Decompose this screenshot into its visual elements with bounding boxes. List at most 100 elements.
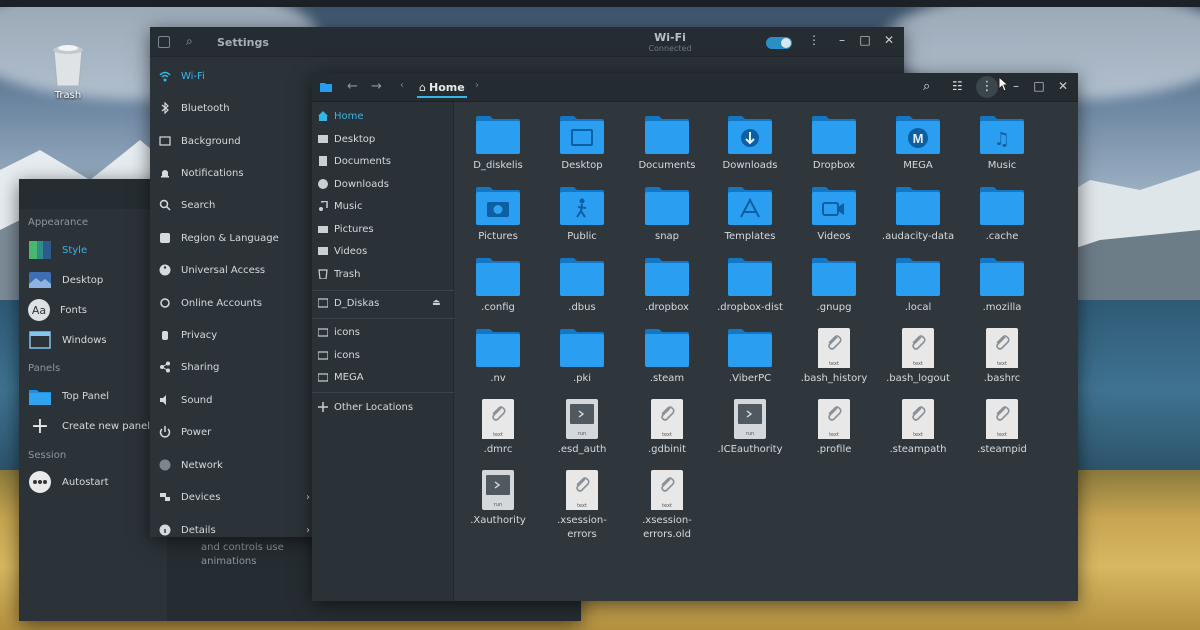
file-item[interactable]: text .xsession-errors [540, 470, 624, 542]
desktop-trash[interactable]: Trash [40, 42, 96, 101]
place-pictures[interactable]: Pictures [312, 218, 454, 240]
file-item[interactable]: .ViberPC [708, 328, 792, 386]
file-item[interactable]: text .bash_logout [876, 328, 960, 386]
place-videos[interactable]: Videos [312, 240, 454, 262]
settings-item-universal-access[interactable]: Universal Access [150, 254, 330, 286]
place-trash[interactable]: Trash [312, 263, 454, 285]
file-item[interactable]: Downloads [708, 115, 792, 173]
bookmark-mega[interactable]: MEGA [312, 366, 454, 388]
list-view-icon[interactable]: ☷ [952, 79, 963, 93]
file-item[interactable]: M MEGA [876, 115, 960, 173]
settings-item-privacy[interactable]: Privacy [150, 319, 330, 351]
file-item[interactable]: .cache [960, 186, 1044, 244]
tweaks-item-fonts[interactable]: Aa Fonts [28, 296, 164, 324]
tweaks-item-autostart[interactable]: Autostart [28, 468, 164, 496]
file-item[interactable]: Desktop [540, 115, 624, 173]
search-icon[interactable]: ⌕ [186, 34, 193, 49]
minimize-icon[interactable]: – [1008, 79, 1024, 93]
settings-item-wi-fi[interactable]: Wi-Fi [150, 60, 330, 92]
file-item[interactable]: .dropbox [625, 257, 709, 315]
close-icon[interactable]: ✕ [881, 33, 897, 47]
place-desktop[interactable]: Desktop [312, 128, 454, 150]
settings-item-bluetooth[interactable]: Bluetooth [150, 92, 330, 124]
settings-item-online-accounts[interactable]: Online Accounts [150, 287, 330, 319]
settings-item-details[interactable]: Details › [150, 514, 330, 546]
file-item[interactable]: .local [876, 257, 960, 315]
settings-item-network[interactable]: Network [150, 449, 330, 481]
maximize-icon[interactable]: □ [1031, 79, 1047, 93]
bookmark-icons[interactable]: icons [312, 344, 454, 366]
file-item[interactable]: text .xsession-errors.old [625, 470, 709, 542]
place-documents[interactable]: Documents [312, 150, 454, 172]
folder-icon [540, 115, 624, 155]
file-item[interactable]: Public [540, 186, 624, 244]
eject-icon[interactable]: ⏏ [432, 298, 441, 308]
maximize-icon[interactable]: □ [857, 33, 873, 47]
place-downloads[interactable]: Downloads [312, 173, 454, 195]
file-item[interactable]: Templates [708, 186, 792, 244]
settings-item-label: Search [181, 199, 216, 211]
forward-icon[interactable]: → [371, 79, 382, 94]
settings-item-background[interactable]: Background [150, 125, 330, 157]
file-item[interactable]: Videos [792, 186, 876, 244]
file-item[interactable]: .audacity-data [876, 186, 960, 244]
tweaks-sidebar: Appearance Style Desktop Aa Fonts Window… [19, 209, 167, 621]
file-item[interactable]: run .Xauthority [456, 470, 540, 528]
minimize-icon[interactable]: – [834, 33, 850, 47]
file-item[interactable]: text .steampid [960, 399, 1044, 457]
settings-item-region-language[interactable]: Region & Language [150, 222, 330, 254]
tweaks-item-top-panel[interactable]: Top Panel [28, 382, 164, 410]
menu-icon[interactable]: ⋮ [976, 76, 998, 98]
path-home-button[interactable]: ⌂ Home [417, 78, 467, 98]
file-item[interactable]: .gnupg [792, 257, 876, 315]
file-item[interactable]: Documents [625, 115, 709, 173]
trash-label: Trash [54, 90, 82, 101]
file-item[interactable]: text .gdbinit [625, 399, 709, 457]
file-item[interactable]: text .dmrc [456, 399, 540, 457]
path-right-icon[interactable]: › [475, 80, 479, 91]
file-item[interactable]: .mozilla [960, 257, 1044, 315]
chevron-right-icon: › [306, 524, 310, 536]
path-left-icon[interactable]: ‹ [400, 80, 404, 91]
place-label: Other Locations [334, 401, 414, 413]
place-home[interactable]: Home [312, 105, 454, 127]
file-item[interactable]: .nv [456, 328, 540, 386]
settings-item-search[interactable]: Search [150, 189, 330, 221]
file-item[interactable]: run .esd_auth [540, 399, 624, 457]
desk-icon [318, 134, 328, 144]
file-item[interactable]: D_diskelis [456, 115, 540, 173]
wifi-toggle[interactable] [766, 37, 792, 49]
file-item[interactable]: .pki [540, 328, 624, 386]
tweaks-item-style[interactable]: Style [28, 236, 164, 264]
file-item[interactable]: .dropbox-dist [708, 257, 792, 315]
menu-icon[interactable]: ⋮ [806, 33, 822, 47]
bookmark-icons[interactable]: icons [312, 321, 454, 343]
file-item[interactable]: text .bash_history [792, 328, 876, 386]
folder-icon [792, 186, 876, 226]
settings-item-power[interactable]: Power [150, 416, 330, 448]
file-item[interactable]: Pictures [456, 186, 540, 244]
file-item[interactable]: snap [625, 186, 709, 244]
file-item[interactable]: ♫ Music [960, 115, 1044, 173]
place-drive[interactable]: D_Diskas ⏏ [312, 292, 454, 314]
back-icon[interactable]: ← [347, 79, 358, 94]
file-item[interactable]: text .bashrc [960, 328, 1044, 386]
file-item[interactable]: run .ICEauthority [708, 399, 792, 457]
file-item[interactable]: Dropbox [792, 115, 876, 173]
search-icon[interactable]: ⌕ [923, 79, 930, 94]
place-music[interactable]: Music [312, 195, 454, 217]
file-item[interactable]: text .steampath [876, 399, 960, 457]
file-item[interactable]: text .profile [792, 399, 876, 457]
file-item[interactable]: .steam [625, 328, 709, 386]
file-item[interactable]: .dbus [540, 257, 624, 315]
settings-item-notifications[interactable]: Notifications [150, 157, 330, 189]
tweaks-item-create-panel[interactable]: + Create new panel [28, 412, 164, 440]
place-other-locations[interactable]: Other Locations [312, 396, 454, 418]
close-icon[interactable]: ✕ [1055, 79, 1071, 93]
tweaks-item-desktop[interactable]: Desktop [28, 266, 164, 294]
settings-item-devices[interactable]: Devices › [150, 481, 330, 513]
file-item[interactable]: .config [456, 257, 540, 315]
settings-item-sharing[interactable]: Sharing [150, 351, 330, 383]
settings-item-sound[interactable]: Sound [150, 384, 330, 416]
tweaks-item-windows[interactable]: Windows [28, 326, 164, 354]
